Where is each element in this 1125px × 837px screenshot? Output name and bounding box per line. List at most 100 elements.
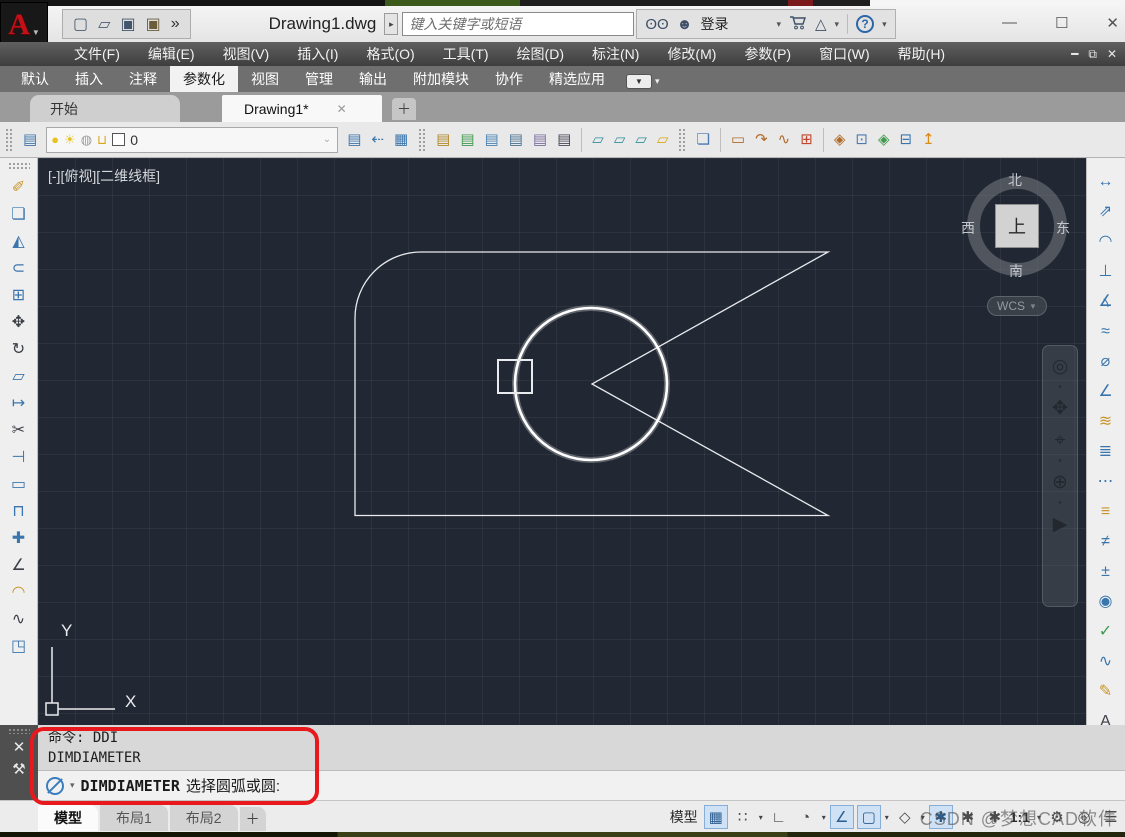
extend-icon[interactable]: ⊣ [12,444,26,471]
login-caret-icon[interactable]: ▾ [776,19,781,30]
make-object-layer-current-icon[interactable]: ▤ [342,125,366,155]
dim-continue-icon[interactable]: ⋯ [1098,467,1114,497]
osnap-3d-caret-icon[interactable]: ▾ [921,813,925,822]
grid-display-icon[interactable]: ▦ [703,805,728,829]
layout-tab-layout2[interactable]: 布局2 [169,804,238,831]
layer-dropdown-caret-icon[interactable]: ⌄ [323,134,333,145]
customize-menu-icon[interactable]: ☰ [1099,805,1123,829]
attribute-display-icon[interactable]: ◈ [873,125,895,155]
zoom-extents-icon[interactable]: ⌖ [1055,426,1066,456]
layout-tab-model[interactable]: 模型 [38,804,98,831]
center-mark-icon[interactable]: ◉ [1099,587,1113,617]
menu-item-dimension[interactable]: 标注(N) [578,44,653,64]
login-button[interactable]: 登录 [700,14,728,34]
copy-nested-icon[interactable]: ❏ [691,125,714,155]
help-icon[interactable]: ? [856,15,875,33]
edit-attribute-icon[interactable]: ◈ [829,125,851,155]
new-drawing-tab-button[interactable]: ＋ [392,98,416,120]
menu-item-draw[interactable]: 绘图(D) [503,44,578,64]
object-snap-icon[interactable]: ✱ [928,805,953,829]
spline-edit-icon[interactable]: ∿ [773,125,796,155]
copy-icon[interactable]: ❏ [11,201,25,228]
viewcube-west[interactable]: 西 [961,218,975,238]
dim-jogged-icon[interactable]: ≈ [1101,317,1110,347]
layer-on-bulb-icon[interactable]: ● [51,132,59,147]
break-icon[interactable]: ⊓ [12,498,24,525]
file-tab-drawing1[interactable]: Drawing1* ✕ [222,95,382,122]
toolbar-grip[interactable] [678,127,687,152]
open-folder-icon[interactable]: ▱ [98,14,110,34]
rotate-icon[interactable]: ↻ [12,336,25,363]
dim-diameter-icon[interactable]: ⌀ [1101,347,1111,377]
layer-unlock-icon[interactable]: ⊔ [97,132,107,148]
layout-tab-layout1[interactable]: 布局1 [100,804,168,831]
customize-wrench-icon[interactable]: ⚒ [12,760,25,778]
layer-make-current-icon[interactable]: ▤ [528,125,552,155]
attribute-sync-icon[interactable]: ⊡ [850,125,873,155]
dim-quick-icon[interactable]: ≋ [1099,407,1112,437]
viewcube-south[interactable]: 南 [1009,261,1023,281]
ribbon-tab-manage[interactable]: 管理 [292,66,346,92]
menu-item-window[interactable]: 窗口(W) [805,44,884,64]
dim-ordinate-icon[interactable]: ⊥ [1099,257,1113,287]
layer-isolate-icon[interactable]: ▤ [431,125,455,155]
isodraft-icon[interactable]: ∠ [829,805,854,829]
minimize-button[interactable]: — [1002,14,1017,32]
dim-angular-icon[interactable]: ∠ [1098,377,1112,407]
explode-icon[interactable]: ◳ [11,633,26,660]
dim-jog-line-icon[interactable]: ∿ [1099,647,1112,677]
viewcube-north[interactable]: 北 [1008,170,1022,190]
doc-close-icon[interactable]: ✕ [1107,47,1117,61]
layer-properties-icon[interactable]: ▤ [18,125,42,155]
ribbon-tab-annotate[interactable]: 注释 [116,66,170,92]
menu-item-tools[interactable]: 工具(T) [429,44,503,64]
snap-mode-icon[interactable]: ∷ [731,805,755,829]
erase-icon[interactable]: ✐ [12,174,25,201]
ribbon-tab-output[interactable]: 输出 [346,66,400,92]
save-as-icon[interactable]: ▣ [146,14,161,34]
layer-unlock2-icon[interactable]: ▱ [652,125,674,155]
dim-aligned-icon[interactable]: ⇗ [1099,197,1112,227]
new-file-icon[interactable]: ▢ [73,14,88,34]
menu-item-edit[interactable]: 编辑(E) [134,44,209,64]
block-edit-icon[interactable]: ⊞ [795,125,818,155]
tolerance-icon[interactable]: ± [1101,557,1110,587]
mirror-icon[interactable]: ◭ [12,228,24,255]
layer-off-icon[interactable]: ▤ [504,125,528,155]
menu-item-file[interactable]: 文件(F) [60,44,134,64]
osnap-tracking-caret-icon[interactable]: ▾ [885,813,889,822]
app-store-cart-icon[interactable] [789,15,807,34]
pan-hand-icon[interactable]: ✥ [1052,394,1068,424]
ribbon-tab-addins[interactable]: 附加模块 [400,66,482,92]
title-expand-button[interactable]: ▸ [384,13,399,35]
full-navigation-wheel-icon[interactable]: ◎ [1052,352,1069,382]
viewcube-east[interactable]: 东 [1056,218,1070,238]
doc-minimize-icon[interactable]: ━ [1071,47,1078,61]
ribbon-tab-view[interactable]: 视图 [238,66,292,92]
fillet-icon[interactable]: ◠ [12,579,26,606]
showmotion-icon[interactable]: ▶ [1053,510,1068,540]
dim-radius-icon[interactable]: ∡ [1098,287,1112,317]
layer-dropdown[interactable]: ● ☀ ◍ ⊔ 0 ⌄ [46,126,339,153]
ribbon-tab-insert[interactable]: 插入 [62,66,116,92]
polar-tracking-icon[interactable]: ◔ [794,805,818,829]
ribbon-tab-collaborate[interactable]: 协作 [482,66,536,92]
autodesk-exchange-icon[interactable]: △ [815,15,827,33]
layer-plot-icon[interactable]: ◍ [81,132,92,148]
layer-thaw-sun-icon[interactable]: ☀ [64,132,76,148]
drawing-canvas[interactable]: [-][俯视][二维线框] XY 北 南 西 东 上 WCS ▼ ◎ ▾ ✥ ⌖ ▾ ⊕ ▾… [38,158,1086,725]
ribbon-display-toggle[interactable]: ▼ [626,74,652,89]
blend-curves-icon[interactable]: ∿ [12,606,25,633]
annotation-scale-value[interactable]: 1:1 [1010,809,1030,825]
doc-restore-icon[interactable]: ⧉ [1088,47,1097,62]
zoom-extents-caret-icon[interactable]: ▾ [1058,458,1062,466]
menu-item-help[interactable]: 帮助(H) [884,44,959,64]
viewcube-top-face[interactable]: 上 [995,204,1039,248]
vp-freeze-icon[interactable]: ▱ [587,125,609,155]
chamfer-icon[interactable]: ∠ [11,552,25,579]
isolate-objects-icon[interactable]: ◎ [1072,805,1096,829]
dim-baseline-icon[interactable]: ≣ [1099,437,1112,467]
new-layout-button[interactable]: ＋ [239,806,266,831]
move-icon[interactable]: ✥ [12,309,25,336]
dim-break-icon[interactable]: ≠ [1101,527,1110,557]
